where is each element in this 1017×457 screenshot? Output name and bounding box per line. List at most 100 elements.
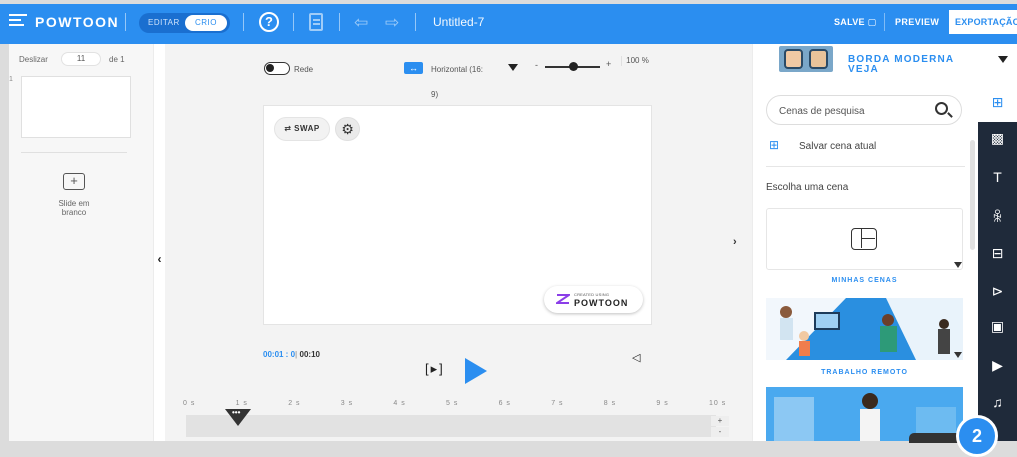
document-title[interactable]: Untitled-7 (433, 15, 484, 29)
slide-thumb-index: 1 (9, 76, 13, 83)
my-scenes-label[interactable]: MINHAS CENAS (766, 277, 963, 284)
characters-icon[interactable]: ꆜ (978, 208, 1017, 226)
theme-dropdown-icon[interactable] (998, 56, 1008, 63)
notes-icon[interactable] (309, 13, 323, 31)
remote-work-illustration (766, 298, 963, 360)
timeline-zoom-out-button[interactable]: - (711, 427, 729, 437)
search-icon[interactable] (935, 102, 948, 115)
timeline-tick-label: 9 s (656, 400, 669, 407)
top-strip (0, 0, 1017, 4)
timeline-tick-label: 6 s (498, 400, 511, 407)
timeline-ruler: 0 s 1 s 2 s 3 s 4 s 5 s 6 s 7 s 8 s 9 s 10 s (183, 400, 728, 410)
watermark-brand: POWTOON (574, 298, 629, 308)
save-button[interactable]: SALVE ▢ (834, 17, 876, 28)
timeline-tick-label: 1 s (235, 400, 248, 407)
left-edge (0, 44, 9, 441)
divider (21, 152, 127, 153)
music-icon[interactable]: ♫ (978, 394, 1017, 410)
avatar (784, 49, 803, 69)
timeline-tick-label: 8 s (603, 400, 617, 407)
toolbar-divider (339, 13, 340, 31)
expand-right-icon[interactable]: › (733, 236, 737, 248)
grid-toggle[interactable] (264, 62, 290, 75)
time-display: 00:01 : 0| 00:10 (263, 350, 320, 359)
panel-scrollbar[interactable] (970, 140, 975, 250)
settings-gear-icon[interactable]: ⚙ (335, 117, 360, 141)
scenes-icon[interactable]: ⊞ (978, 94, 1017, 111)
theme-name-line2: VEJA (848, 64, 879, 75)
zoom-value: 100 % (621, 56, 653, 66)
collapse-left-icon[interactable]: ‹ (154, 248, 165, 270)
slide-thumbnail[interactable] (21, 76, 131, 138)
mode-create-option[interactable]: CRIO (185, 15, 227, 31)
timeline-tick-label: 0 s (183, 400, 196, 407)
divider (766, 166, 965, 167)
remote-work-label[interactable]: TRABALHO REMOTO (766, 369, 963, 376)
undo-icon[interactable]: ⇦ (354, 13, 368, 33)
timeline-zoom-in-button[interactable]: + (711, 416, 729, 426)
play-slide-icon[interactable]: [▸] (425, 361, 445, 377)
zoom-slider-handle[interactable] (568, 62, 578, 71)
slides-panel: Deslizar 11 de 1 1 + Slide em branco (0, 44, 154, 441)
slide-count: de 1 (109, 55, 125, 64)
toolbar-divider (415, 13, 416, 31)
export-button[interactable]: EXPORTAÇÃO (949, 10, 1017, 34)
volume-icon[interactable]: ◁ (632, 351, 640, 364)
mode-edit-option[interactable]: EDITAR (148, 18, 180, 27)
text-icon[interactable]: T (978, 169, 1017, 185)
help-icon[interactable]: ? (259, 12, 279, 32)
total-time: 00:10 (299, 350, 320, 359)
layout-icon (851, 228, 877, 250)
orientation-label-cont: 9) (431, 90, 439, 99)
orientation-label[interactable]: Horizontal (16: (431, 65, 483, 74)
theme-thumbnail[interactable] (779, 46, 833, 72)
hamburger-menu-icon[interactable] (9, 14, 27, 28)
current-time: 00:01 : 0 (263, 350, 296, 359)
background-icon[interactable]: ▩ (978, 130, 1017, 147)
theme-name[interactable]: BORDA MODERNA VEJA (848, 55, 954, 75)
powtoon-logo: POWTOON (35, 14, 120, 30)
add-blank-slide-icon[interactable]: + (63, 173, 85, 190)
search-placeholder[interactable]: Cenas de pesquisa (779, 106, 865, 117)
watermark-caption: CREATED USING (574, 292, 610, 297)
toolbar-divider (243, 13, 244, 31)
mode-toggle[interactable]: EDITAR CRIO (139, 13, 230, 33)
blank-slide-label[interactable]: Slide em branco (47, 199, 101, 217)
grid-label: Rede (294, 65, 314, 74)
shapes-icon[interactable]: ⊳ (978, 283, 1017, 300)
save-scene-icon[interactable]: ⊞ (769, 138, 785, 152)
powtoon-logo-icon (556, 294, 570, 304)
images-icon[interactable]: ▣ (978, 318, 1017, 335)
choose-scene-label: Escolha uma cena (766, 182, 849, 193)
card-dropdown-icon[interactable] (954, 262, 962, 268)
toolbar-divider (125, 13, 126, 31)
timeline-tick-label: 2 s (288, 400, 301, 407)
preview-button[interactable]: PREVIEW (895, 17, 939, 27)
orientation-icon[interactable]: ↔ (404, 62, 423, 74)
toolbar-divider (884, 13, 885, 31)
timeline-tick-label: 4 s (393, 400, 406, 407)
avatar (809, 49, 828, 69)
redo-icon[interactable]: ⇨ (385, 13, 399, 33)
props-icon[interactable]: ⊟ (978, 245, 1017, 262)
timeline-track[interactable] (186, 415, 716, 437)
save-scene-button[interactable]: Salvar cena atual (799, 141, 876, 152)
time-separator: | (295, 350, 298, 359)
play-icon[interactable] (465, 358, 487, 384)
timeline-tick-label: 7 s (551, 400, 564, 407)
zoom-out-icon[interactable]: - (535, 60, 538, 70)
powtoon-watermark[interactable]: CREATED USING POWTOON (544, 286, 643, 313)
playhead-grip[interactable]: ••• (232, 408, 240, 417)
slide-number-input[interactable]: 11 (61, 52, 101, 66)
toolbar-divider (293, 13, 294, 31)
swap-button[interactable]: ⇄ SWAP (274, 117, 330, 141)
orientation-dropdown-icon[interactable] (508, 64, 518, 71)
video-icon[interactable]: ▶ (978, 357, 1017, 374)
zoom-in-icon[interactable]: + (606, 59, 611, 69)
card-dropdown-icon[interactable] (954, 352, 962, 358)
help-bubble[interactable]: 2 (956, 415, 998, 457)
timeline-tick-label: 10 s (709, 400, 727, 407)
slide-label: Deslizar (19, 55, 48, 64)
powtoon-editor: POWTOON EDITAR CRIO ? ⇦ ⇨ Untitled-7 SAL… (0, 0, 1017, 457)
remote-work-card[interactable] (766, 298, 963, 360)
